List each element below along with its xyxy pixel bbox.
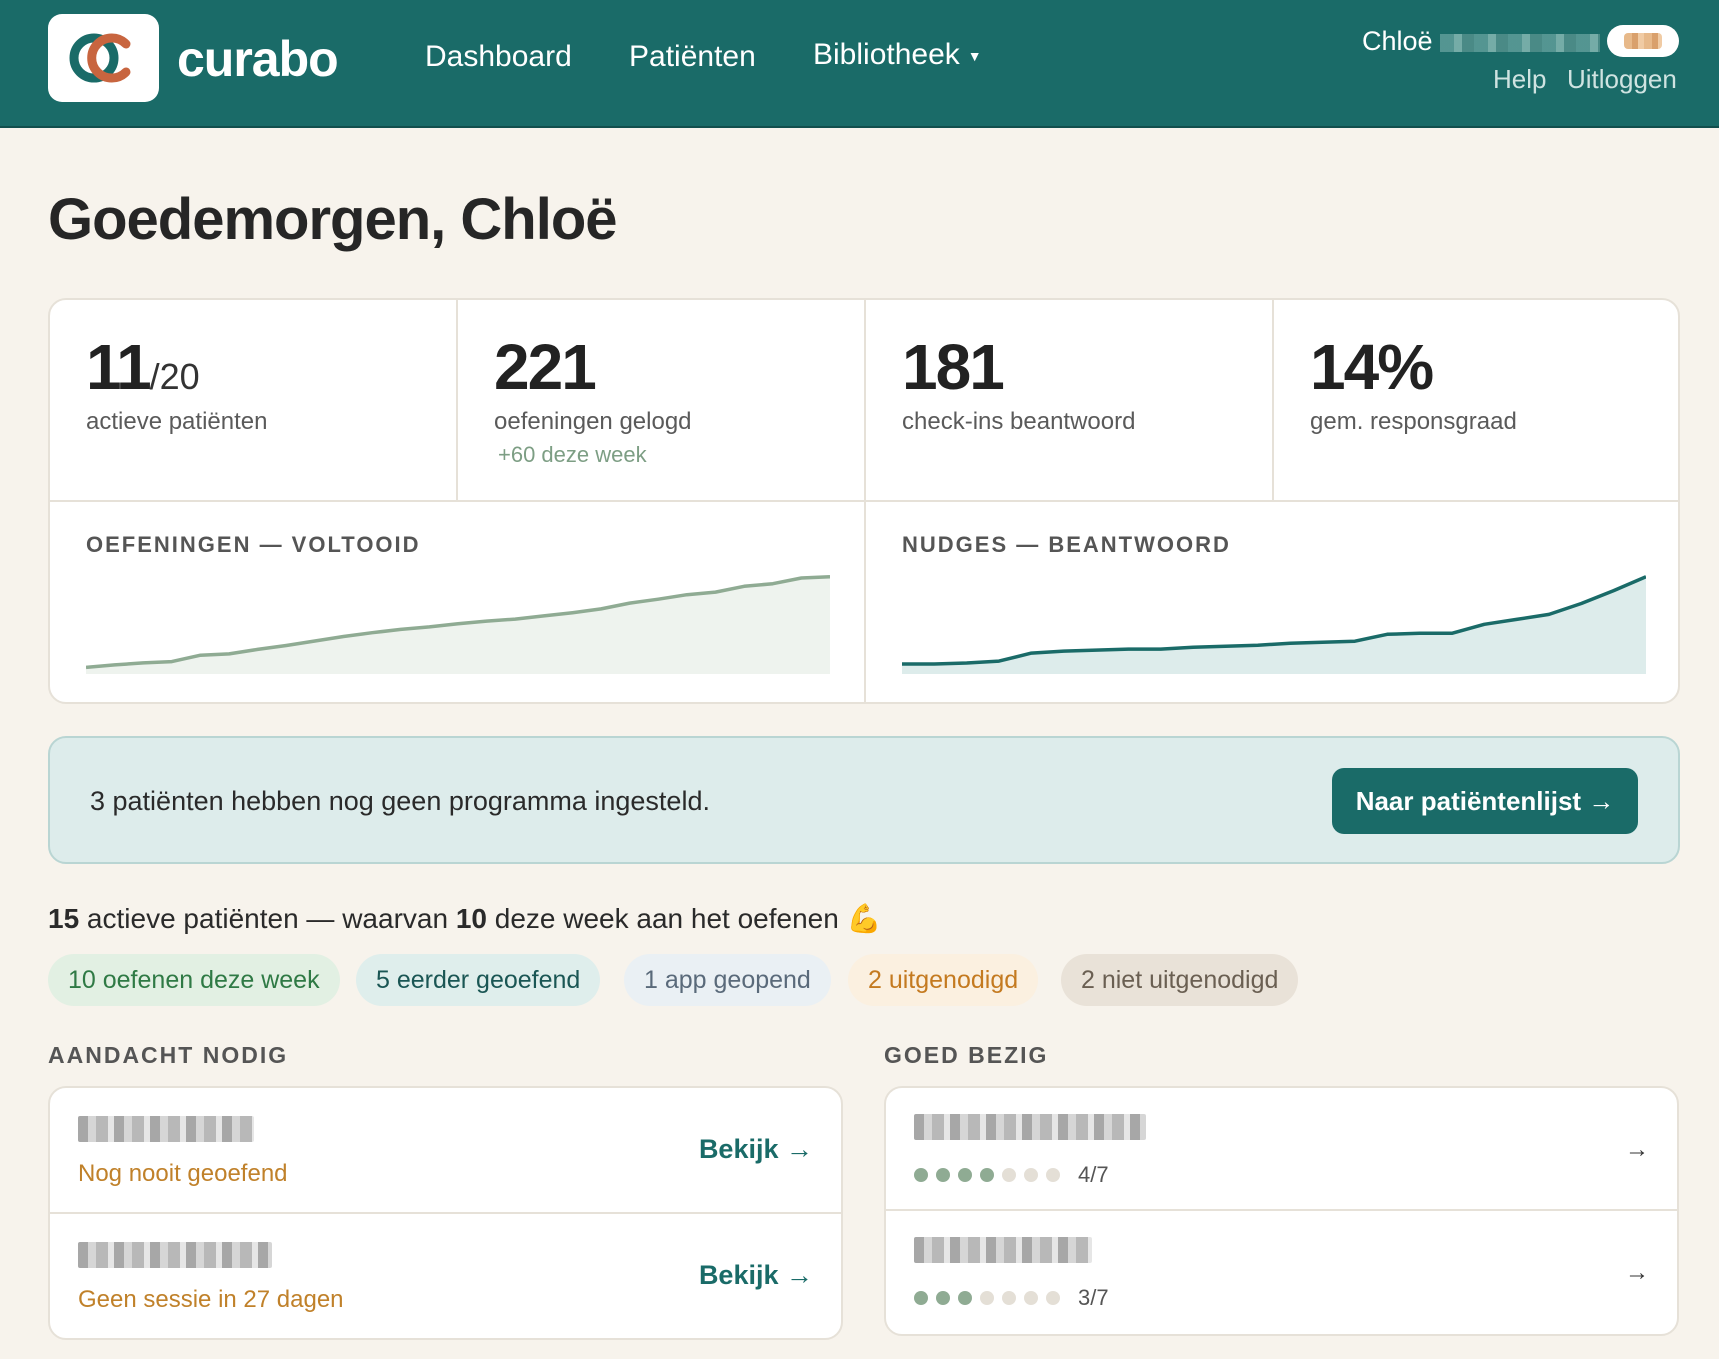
filter-practiced-before[interactable]: 5 eerder geoefend bbox=[356, 954, 601, 1006]
progress-dot bbox=[1002, 1291, 1016, 1305]
logout-link[interactable]: Uitloggen bbox=[1567, 64, 1677, 95]
nav-library[interactable]: Bibliotheek ▼ bbox=[813, 38, 982, 72]
summary-count-active: 15 bbox=[48, 903, 80, 934]
filter-practicing-this-week[interactable]: 10 oefenen deze week bbox=[48, 954, 340, 1006]
progress-dot bbox=[1046, 1291, 1060, 1305]
caret-down-icon: ▼ bbox=[967, 48, 982, 65]
stat-label: actieve patiënten bbox=[86, 408, 268, 435]
list-item[interactable]: Geen sessie in 27 dagen Bekijk → bbox=[50, 1214, 841, 1338]
stat-label: check-ins beantwoord bbox=[902, 408, 1136, 435]
stat-value: 181 bbox=[902, 331, 1005, 403]
view-patient-link[interactable]: Bekijk → bbox=[699, 1260, 813, 1291]
active-summary: 15 actieve patiënten — waarvan 10 deze w… bbox=[48, 902, 881, 935]
stat-value-number: 11 bbox=[86, 331, 152, 403]
stat-active-patients: 11/20 actieve patiënten bbox=[50, 300, 458, 502]
chart-title: NUDGES — BEANTWOORD bbox=[902, 532, 1231, 557]
chart-exercises-completed: OEFENINGEN — VOLTOOID bbox=[50, 502, 866, 702]
progress-dot bbox=[1046, 1168, 1060, 1182]
progress-dot bbox=[914, 1168, 928, 1182]
progress-dots: 3/7 bbox=[914, 1285, 1109, 1311]
progress-dot bbox=[914, 1291, 928, 1305]
stat-value: 14% bbox=[1310, 331, 1434, 403]
list-item[interactable]: 4/7 → bbox=[886, 1088, 1677, 1211]
sparkline-nudges bbox=[902, 575, 1646, 674]
nav-patients[interactable]: Patiënten bbox=[629, 40, 756, 74]
progress-dot bbox=[1024, 1168, 1038, 1182]
user-last-name-redacted bbox=[1440, 34, 1600, 52]
chart-nudges-answered: NUDGES — BEANTWOORD bbox=[866, 502, 1678, 702]
patient-status: Geen sessie in 27 dagen bbox=[78, 1286, 344, 1313]
patient-list-button[interactable]: Naar patiëntenlijst → bbox=[1332, 768, 1638, 834]
nav-dashboard[interactable]: Dashboard bbox=[425, 40, 572, 74]
curabo-logo-icon bbox=[69, 33, 130, 83]
summary-count-week: 10 bbox=[455, 903, 487, 934]
logo[interactable] bbox=[48, 14, 159, 102]
patient-name-redacted bbox=[914, 1114, 1146, 1140]
page-title: Goedemorgen, Chloë bbox=[48, 187, 618, 252]
banner-message: 3 patiënten hebben nog geen programma in… bbox=[90, 786, 710, 816]
stat-response-rate: 14% gem. responsgraad bbox=[1274, 300, 1678, 502]
list-item[interactable]: 3/7 → bbox=[886, 1211, 1677, 1334]
attention-list: Nog nooit geoefend Bekijk → Geen sessie … bbox=[48, 1086, 843, 1340]
summary-text-2: deze week aan het oefenen 💪 bbox=[486, 903, 882, 934]
progress-dot bbox=[936, 1168, 950, 1182]
arrow-right-icon[interactable]: → bbox=[1625, 1259, 1649, 1287]
user-avatar[interactable] bbox=[1607, 25, 1679, 57]
setup-banner: 3 patiënten hebben nog geen programma in… bbox=[48, 736, 1680, 864]
progress-dot bbox=[1024, 1291, 1038, 1305]
user-first-name: Chloë bbox=[1362, 26, 1433, 56]
progress-dot bbox=[980, 1291, 994, 1305]
progress-dot bbox=[980, 1168, 994, 1182]
section-title-doing-well: GOED BEZIG bbox=[884, 1042, 1049, 1068]
help-link[interactable]: Help bbox=[1493, 64, 1546, 95]
stat-delta: +60 deze week bbox=[498, 442, 647, 467]
stat-checkins-answered: 181 check-ins beantwoord bbox=[866, 300, 1274, 502]
stat-value: 221 bbox=[494, 331, 597, 403]
stat-label: oefeningen gelogd bbox=[494, 408, 692, 435]
progress-text: 4/7 bbox=[1078, 1162, 1109, 1187]
nav-library-label: Bibliotheek bbox=[813, 38, 960, 71]
list-item[interactable]: Nog nooit geoefend Bekijk → bbox=[50, 1088, 841, 1214]
doing-well-list: 4/7 → 3/7 → bbox=[884, 1086, 1679, 1336]
patient-status: Nog nooit geoefend bbox=[78, 1160, 288, 1187]
top-navigation-bar: curabo Dashboard Patiënten Bibliotheek ▼ … bbox=[0, 0, 1719, 128]
patient-name-redacted bbox=[78, 1116, 254, 1142]
progress-text: 3/7 bbox=[1078, 1285, 1109, 1310]
patient-name-redacted bbox=[914, 1237, 1092, 1263]
stat-label: gem. responsgraad bbox=[1310, 408, 1517, 435]
progress-dot bbox=[936, 1291, 950, 1305]
view-patient-link[interactable]: Bekijk → bbox=[699, 1134, 813, 1165]
progress-dot bbox=[958, 1291, 972, 1305]
progress-dot bbox=[958, 1168, 972, 1182]
chart-title: OEFENINGEN — VOLTOOID bbox=[86, 532, 421, 557]
chart-area bbox=[902, 576, 1646, 674]
sparkline-exercises bbox=[86, 574, 830, 674]
arrow-right-icon[interactable]: → bbox=[1625, 1136, 1649, 1164]
filter-invited[interactable]: 2 uitgenodigd bbox=[848, 954, 1039, 1006]
brand-name[interactable]: curabo bbox=[177, 30, 339, 88]
stats-card: 11/20 actieve patiënten 221 oefeningen g… bbox=[48, 298, 1680, 704]
progress-dot bbox=[1002, 1168, 1016, 1182]
section-title-attention: AANDACHT NODIG bbox=[48, 1042, 289, 1068]
stat-value: 11/20 bbox=[86, 330, 200, 404]
avatar-image-redacted bbox=[1624, 33, 1662, 49]
summary-text-1: actieve patiënten — waarvan bbox=[79, 903, 456, 934]
patient-name-redacted bbox=[78, 1242, 272, 1268]
stat-exercises-logged: 221 oefeningen gelogd +60 deze week bbox=[458, 300, 866, 502]
stat-denominator: /20 bbox=[149, 356, 200, 397]
filter-app-opened[interactable]: 1 app geopend bbox=[624, 954, 831, 1006]
progress-dots: 4/7 bbox=[914, 1162, 1109, 1188]
filter-not-invited[interactable]: 2 niet uitgenodigd bbox=[1061, 954, 1299, 1006]
